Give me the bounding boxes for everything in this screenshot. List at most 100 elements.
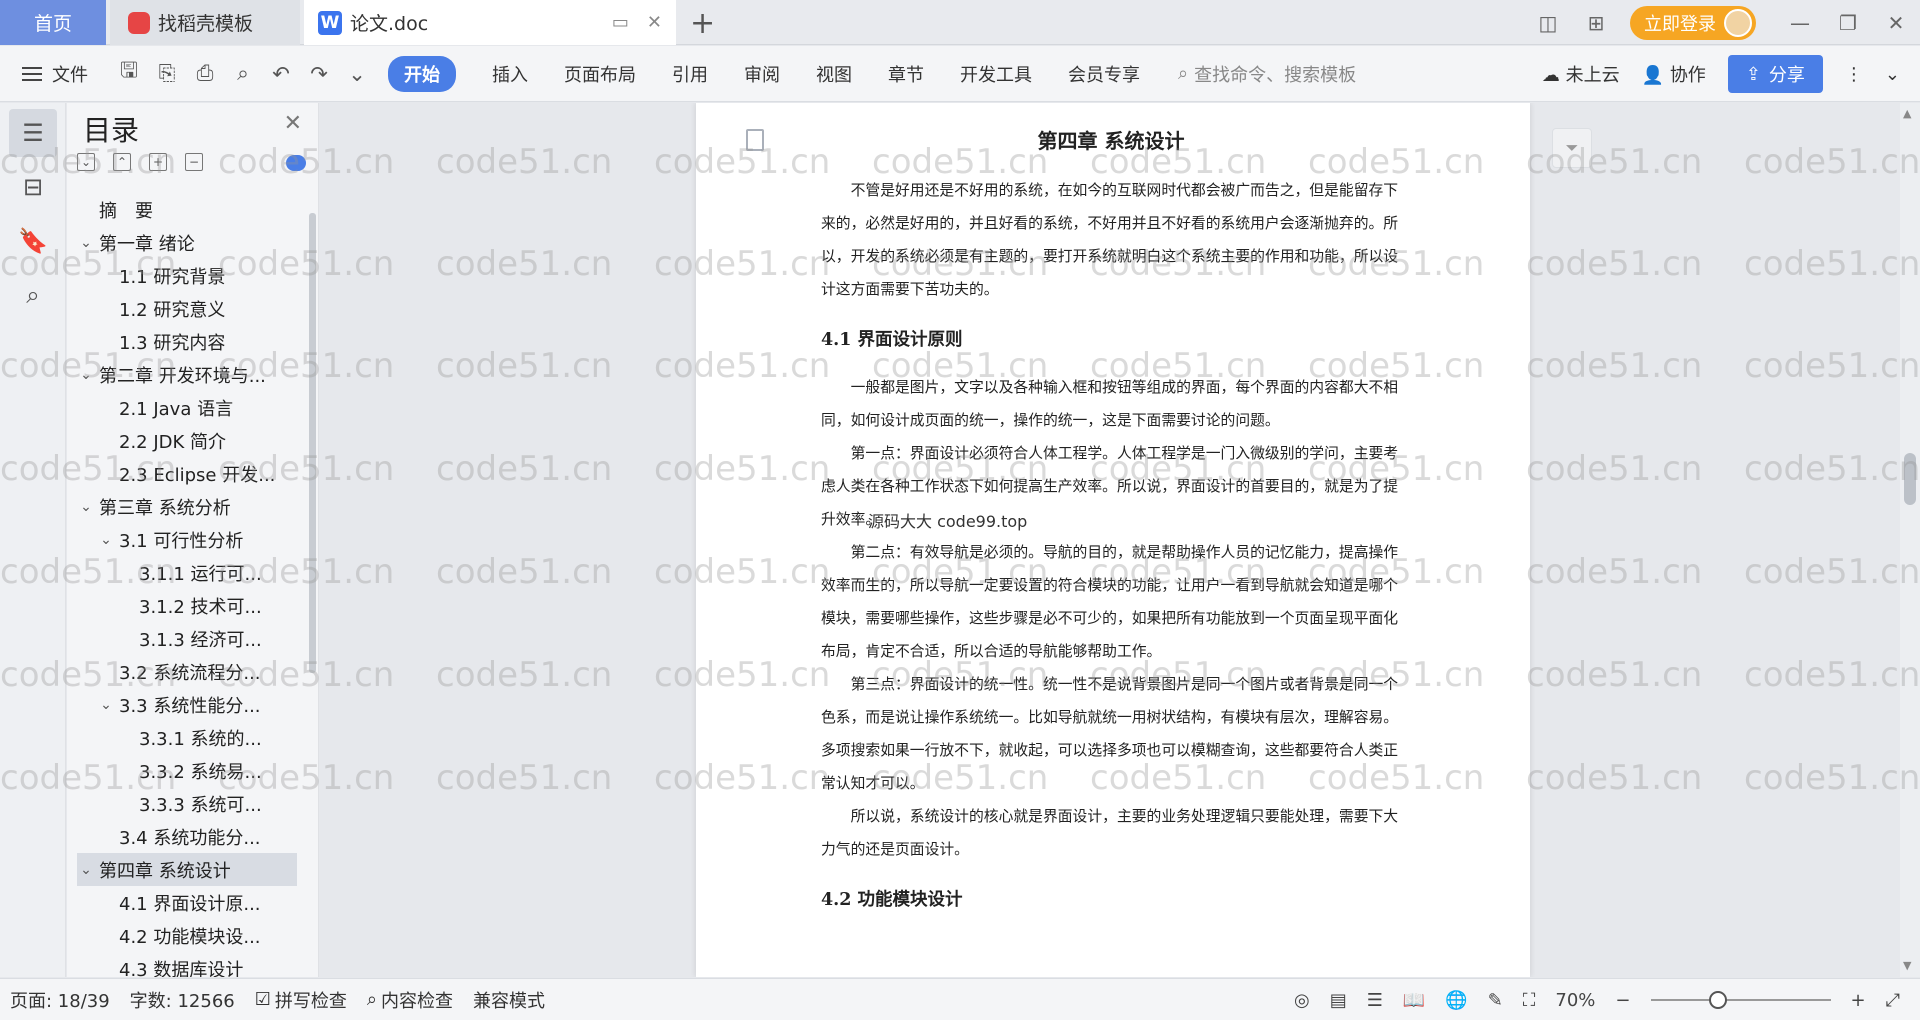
print-icon[interactable]: ⎙ [186,61,224,86]
chevron-down-icon[interactable]: ⌄ [77,862,95,878]
toc-item[interactable]: 3.4 系统功能分... [77,820,297,853]
tab-templates[interactable]: 找稻壳模板 [110,0,300,45]
undo-icon[interactable]: ↶ [262,62,300,86]
restore-icon[interactable]: ❐ [1824,11,1872,35]
bookmark-icon[interactable]: 🔖 [9,217,57,265]
redo-icon[interactable]: ↷ [300,62,338,86]
apps-grid-icon[interactable]: ⊞ [1572,11,1620,35]
cloud-status[interactable]: ☁ 未上云 [1542,61,1620,87]
toc-item[interactable]: 摘 要 [77,193,297,226]
chevron-down-icon[interactable]: ⌄ [77,499,95,515]
pen-icon[interactable]: ✎ [1488,990,1503,1011]
compat-mode[interactable]: 兼容模式 [463,987,555,1013]
scroll-down-icon[interactable]: ▼ [1903,959,1911,972]
scroll-up-icon[interactable]: ▲ [1903,107,1911,120]
outline-view-icon[interactable]: ☰ [1367,990,1383,1011]
file-menu[interactable]: 文件 [0,61,110,87]
share-button[interactable]: ⇪ 分享 [1727,55,1823,93]
read-mode-icon[interactable]: 📖 [1403,990,1425,1011]
add-heading-icon[interactable]: + [149,153,167,171]
toc-item[interactable]: 1.1 研究背景 [77,259,297,292]
toc-item[interactable]: 1.3 研究内容 [77,325,297,358]
save-icon[interactable]: 🖫 [110,56,148,91]
tab-chapter[interactable]: 章节 [870,61,942,87]
chevron-down-icon[interactable]: ⌄ [77,235,95,251]
minimize-icon[interactable]: — [1776,11,1824,35]
login-button[interactable]: 立即登录 [1630,5,1756,40]
tab-home[interactable]: 首页 [0,0,106,45]
scrollbar-thumb[interactable] [1904,453,1916,505]
zoom-level[interactable]: 70% [1555,990,1595,1011]
print-preview-icon[interactable]: ⌕ [224,61,262,86]
filter-icon[interactable]: ⏷ [1552,128,1592,168]
document-page[interactable]: 第四章 系统设计 不管是好用还是不好用的系统，在如今的互联网时代都会被广而告之，… [696,103,1530,977]
close-icon[interactable]: ✕ [284,111,302,136]
close-window-icon[interactable]: ✕ [1872,11,1920,35]
chevron-down-icon[interactable]: ⌄ [97,697,115,713]
toc-item[interactable]: 3.1.1 运行可... [77,556,297,589]
toc-item[interactable]: 2.3 Eclipse 开发... [77,457,297,490]
ai-assistant-icon[interactable] [286,155,306,171]
tab-insert[interactable]: 插入 [474,61,546,87]
page-format-icon[interactable] [746,129,764,151]
command-search[interactable]: ⌕ 查找命令、搜索模板 [1178,61,1356,87]
remove-heading-icon[interactable]: − [185,153,203,171]
toc-item[interactable]: ⌄ 第一章 绪论 [77,226,297,259]
collapse-all-icon[interactable]: ⌃ [113,153,131,171]
more-options-icon[interactable]: ⋮ [1845,64,1863,85]
tab-references[interactable]: 引用 [654,61,726,87]
collapse-ribbon-icon[interactable]: ⌄ [1885,64,1900,85]
toc-item[interactable]: 3.3.3 系统可... [77,787,297,820]
tab-page-layout[interactable]: 页面布局 [546,61,654,87]
tab-member[interactable]: 会员专享 [1050,61,1158,87]
navigation-icon[interactable]: ⊟ [9,163,57,211]
tab-view[interactable]: 视图 [798,61,870,87]
new-tab-button[interactable]: + [690,6,715,41]
web-view-icon[interactable]: 🌐 [1445,990,1467,1011]
layout-icon[interactable]: ◫ [1524,11,1572,35]
export-pdf-icon[interactable]: ⎘ [148,61,186,86]
page-view-icon[interactable]: ▤ [1330,990,1347,1011]
content-check-button[interactable]: ⌕ 内容检查 [357,987,463,1013]
search-panel-icon[interactable]: ⌕ [9,271,57,319]
tab-developer[interactable]: 开发工具 [942,61,1050,87]
zoom-slider[interactable] [1650,991,1831,1009]
toc-item[interactable]: ⌄ 3.3 系统性能分... [77,688,297,721]
page-count[interactable]: 页面: 18/39 [0,987,120,1013]
toc-item[interactable]: 1.2 研究意义 [77,292,297,325]
tab-review[interactable]: 审阅 [726,61,798,87]
toc-item[interactable]: 4.3 数据库设计 [77,952,297,978]
toc-scrollbar[interactable] [309,213,316,673]
monitor-icon[interactable]: ▭ [612,12,629,33]
toc-item[interactable]: ⌄ 3.1 可行性分析 [77,523,297,556]
toc-item[interactable]: ⌄ 第二章 开发环境与... [77,358,297,391]
toc-item[interactable]: 4.2 功能模块设... [77,919,297,952]
toc-item[interactable]: 2.2 JDK 简介 [77,424,297,457]
toc-item[interactable]: 3.3.2 系统易... [77,754,297,787]
more-dropdown-icon[interactable]: ⌄ [338,62,376,86]
toc-item[interactable]: ⌄ 第四章 系统设计 [77,853,297,886]
tab-start[interactable]: 开始 [388,55,456,92]
toc-item[interactable]: 3.2 系统流程分... [77,655,297,688]
chevron-down-icon[interactable]: ⌄ [97,532,115,548]
toc-item[interactable]: 2.1 Java 语言 [77,391,297,424]
zoom-out-icon[interactable]: − [1615,990,1630,1011]
toc-item[interactable]: 4.1 界面设计原... [77,886,297,919]
fit-page-icon[interactable]: ⛶ [1523,990,1536,1011]
expand-all-icon[interactable]: ⌄ [77,153,95,171]
toc-item[interactable]: 3.3.1 系统的... [77,721,297,754]
chevron-down-icon[interactable]: ⌄ [77,367,95,383]
toc-item[interactable]: 3.1.2 技术可... [77,589,297,622]
toc-item[interactable]: ⌄ 第三章 系统分析 [77,490,297,523]
tab-document[interactable]: W 论文.doc ▭ ✕ [304,0,676,45]
eye-protect-icon[interactable]: ◎ [1294,990,1310,1011]
vertical-scrollbar[interactable]: ▲ ▼ [1900,103,1920,977]
toc-panel-icon[interactable]: ☰ [9,109,57,157]
collab-button[interactable]: 👤 协作 [1642,61,1706,87]
zoom-slider-knob[interactable] [1708,991,1727,1009]
close-tab-icon[interactable]: ✕ [647,12,662,33]
fullscreen-icon[interactable]: ⤢ [1886,990,1900,1011]
toc-item[interactable]: 3.1.3 经济可... [77,622,297,655]
zoom-in-icon[interactable]: + [1851,990,1866,1011]
spell-check-button[interactable]: ☑ 拼写检查 [245,987,357,1013]
